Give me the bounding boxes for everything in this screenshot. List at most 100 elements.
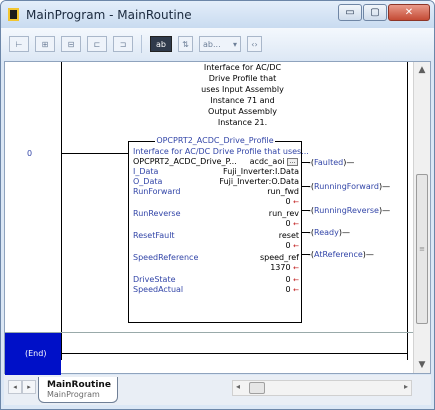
minimize-button[interactable]: ▭ — [338, 4, 362, 21]
coil-label: RunningReverse — [314, 206, 379, 215]
tab-subtitle: MainProgram — [47, 390, 100, 399]
right-power-rail — [407, 62, 408, 360]
tag-display-icon[interactable]: ab — [150, 36, 172, 52]
param-name: O_Data — [133, 177, 163, 186]
param-value-text: 0 — [285, 241, 291, 250]
left-power-rail — [61, 62, 62, 360]
scroll-right-icon[interactable]: ▸ — [404, 382, 408, 391]
aoi-value-row: 0 ← — [133, 241, 299, 251]
param-tag[interactable]: Fuji_Inverter:O.Data — [219, 177, 299, 186]
branch-level-icon[interactable]: ⊏ — [87, 36, 107, 52]
coil-label: RunningForward — [314, 182, 379, 191]
scroll-left-icon[interactable]: ◂ — [236, 382, 240, 391]
tag-brackets-icon[interactable]: ‹› — [247, 36, 262, 52]
title-bar[interactable]: MainProgram - MainRoutine ▭ ▢ ✕ — [1, 1, 434, 28]
value-arrow-icon: ← — [293, 276, 299, 284]
value-arrow-icon: ← — [293, 198, 299, 206]
coil-at-reference[interactable]: -(AtReference)— — [308, 250, 374, 259]
tab-next-icon[interactable]: ▸ — [22, 380, 36, 394]
value-arrow-icon: ← — [293, 220, 299, 228]
param-value-text: 0 — [285, 285, 291, 294]
aoi-param-row: RunForward run_fwd — [133, 187, 299, 197]
param-tag[interactable]: run_rev — [269, 209, 299, 218]
end-rung-wire — [61, 353, 407, 354]
value-arrow-icon: ← — [293, 242, 299, 250]
coil-running-forward[interactable]: -(RunningForward)— — [308, 182, 390, 191]
aoi-value-row: 0 ← — [133, 219, 299, 229]
maximize-button[interactable]: ▢ — [363, 4, 387, 21]
coil-close-bracket: )— — [378, 182, 391, 191]
coil-running-reverse[interactable]: -(RunningReverse)— — [308, 206, 390, 215]
param-tag[interactable]: speed_ref — [260, 253, 299, 262]
coil-label: Ready — [314, 228, 339, 237]
comment-line: Drive Profile that — [208, 74, 277, 83]
toolbar-divider — [141, 35, 142, 53]
rung-icon[interactable]: ⊞ — [35, 36, 55, 52]
aoi-instance-row: OPCPRT2_ACDC_Drive_P... acdc_aoi ... — [133, 157, 299, 167]
close-button[interactable]: ✕ — [388, 4, 430, 21]
insert-branch-icon[interactable]: ⊐ — [113, 36, 133, 52]
param-name: DriveState — [133, 275, 176, 284]
comment-line: Interface for AC/DC — [203, 63, 282, 72]
value-arrow-icon: ← — [293, 286, 299, 294]
param-value: 0 ← — [285, 197, 299, 207]
param-tag[interactable]: Fuji_Inverter:I.Data — [223, 167, 299, 176]
bottom-tab-bar: ◂ ▸ MainRoutine MainProgram ◂ ▸ — [4, 375, 431, 405]
aoi-instruction-block[interactable]: OPCPRT2_ACDC_Drive_Profile Interface for… — [128, 136, 309, 323]
aoi-value-row: 0 ← — [133, 197, 299, 207]
window-controls: ▭ ▢ ✕ — [337, 4, 430, 21]
param-value-text: 0 — [285, 197, 291, 206]
aoi-param-row: DriveState 0 ← — [133, 275, 299, 285]
coil-label: AtReference — [314, 250, 363, 259]
coil-close-bracket: )— — [362, 250, 374, 259]
param-value: 0 ← — [285, 241, 299, 251]
coil-faulted[interactable]: -(Faulted)— — [308, 158, 354, 167]
properties-ellipsis-button[interactable]: ... — [287, 157, 298, 166]
param-value: 0 ← — [285, 285, 299, 295]
branch-icon[interactable]: ⊢ — [9, 36, 29, 52]
rung-number[interactable]: 0 — [27, 149, 32, 158]
param-tag[interactable]: run_fwd — [267, 187, 299, 196]
coil-close-bracket: )— — [343, 158, 355, 167]
aoi-value-row: 1370 ← — [133, 263, 299, 273]
value-arrow-icon: ← — [293, 264, 299, 272]
scroll-down-icon[interactable]: ▼ — [414, 357, 430, 373]
aoi-param-row: ResetFault reset — [133, 231, 299, 241]
param-name: RunForward — [133, 187, 181, 196]
horizontal-scrollbar[interactable]: ◂ ▸ — [232, 380, 412, 396]
aoi-instance-tag[interactable]: acdc_aoi — [250, 157, 285, 166]
add-rung-icon[interactable]: ⊟ — [61, 36, 81, 52]
scroll-up-icon[interactable]: ▲ — [414, 62, 430, 78]
ladder-toolbar: ⊢ ⊞ ⊟ ⊏ ⊐ ab ⇅ ab... ▾ ‹› — [1, 28, 434, 60]
param-value: 0 ← — [285, 275, 299, 285]
vertical-scrollbar[interactable]: ▲ ≡ ▼ — [413, 62, 430, 373]
window-title: MainProgram - MainRoutine — [26, 7, 192, 22]
ladder-editor[interactable]: Interface for AC/DC Drive Profile that u… — [4, 61, 431, 375]
comment-line: uses Input Assembly — [201, 85, 284, 94]
zoom-label: ab... — [203, 39, 221, 49]
tab-prev-icon[interactable]: ◂ — [8, 380, 22, 394]
aoi-title-text: OPCPRT2_ACDC_Drive_Profile — [155, 136, 275, 145]
aoi-param-row: RunReverse run_rev — [133, 209, 299, 219]
comment-line: Instance 71 and — [210, 96, 275, 105]
aoi-param-row: SpeedReference speed_ref — [133, 253, 299, 263]
horizontal-scroll-thumb[interactable] — [249, 382, 265, 394]
aoi-description: Interface for AC/DC Drive Profile that u… — [133, 147, 309, 156]
coil-ready[interactable]: -(Ready)— — [308, 228, 350, 237]
coil-close-bracket: )— — [338, 228, 350, 237]
param-name: SpeedActual — [133, 285, 184, 294]
zoom-dropdown[interactable]: ab... ▾ — [199, 36, 241, 52]
tab-title: MainRoutine — [47, 380, 111, 390]
aoi-title: OPCPRT2_ACDC_Drive_Profile — [129, 136, 301, 145]
tab-mainroutine[interactable]: MainRoutine MainProgram — [38, 377, 118, 403]
aoi-instance: acdc_aoi ... — [250, 157, 299, 166]
aoi-instance-type: OPCPRT2_ACDC_Drive_P... — [133, 157, 237, 166]
param-value: 1370 ← — [270, 263, 299, 273]
aoi-param-row: O_Data Fuji_Inverter:O.Data — [133, 177, 299, 187]
param-value-text: 0 — [285, 219, 291, 228]
scroll-thumb[interactable]: ≡ — [416, 174, 428, 324]
param-name: SpeedReference — [133, 253, 199, 262]
rung-wire — [62, 153, 128, 154]
sort-icon[interactable]: ⇅ — [178, 36, 193, 52]
param-tag[interactable]: reset — [279, 231, 299, 240]
